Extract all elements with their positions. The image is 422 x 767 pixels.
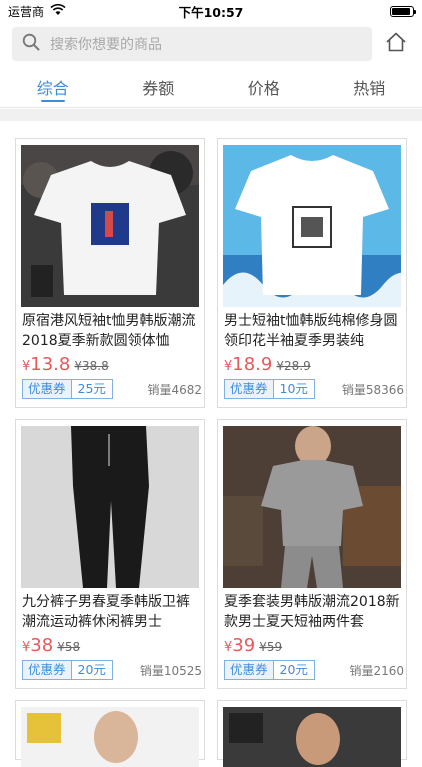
product-image — [223, 707, 401, 767]
status-bar: 运营商 下午10:57 — [0, 0, 422, 22]
product-title: 夏季套装男韩版潮流2018新款男士夏天短袖两件套 — [224, 592, 402, 632]
price-row: ¥13.8 ¥38.8 — [22, 354, 109, 375]
product-image — [21, 426, 199, 588]
coupon-value: 25元 — [72, 380, 112, 398]
status-left: 运营商 — [8, 3, 66, 20]
coupon-value: 20元 — [72, 661, 112, 679]
carrier-label: 运营商 — [8, 3, 44, 20]
sales-count: 销量2160 — [349, 662, 404, 679]
product-title: 原宿港风短袖t恤男韩版潮流2018夏季新款圆领体恤 — [22, 311, 200, 351]
product-card[interactable]: 夏季套装男韩版潮流2018新款男士夏天短袖两件套 ¥39 ¥59 优惠券 20元… — [217, 419, 407, 689]
battery-icon — [390, 6, 414, 17]
tab-comprehensive[interactable]: 综合 — [0, 66, 106, 107]
coupon-badge[interactable]: 优惠券 20元 — [22, 660, 113, 680]
price-row: ¥38 ¥58 — [22, 635, 80, 656]
tab-best-selling[interactable]: 热销 — [317, 66, 422, 107]
product-title: 男士短袖t恤韩版纯棉修身圆领印花半袖夏季男装纯 — [224, 311, 402, 351]
current-price: ¥18.9 — [224, 354, 272, 375]
product-title: 九分裤子男春夏季韩版卫裤潮流运动裤休闲裤男士 — [22, 592, 200, 632]
coupon-label: 优惠券 — [225, 661, 274, 679]
current-price: ¥39 — [224, 635, 255, 656]
sales-count: 销量10525 — [140, 662, 202, 679]
home-button[interactable] — [382, 30, 410, 58]
product-card[interactable]: 原宿港风短袖t恤男韩版潮流2018夏季新款圆领体恤 ¥13.8 ¥38.8 优惠… — [15, 138, 205, 408]
current-price: ¥38 — [22, 635, 53, 656]
tab-coupon-amount[interactable]: 券额 — [106, 66, 212, 107]
coupon-row: 优惠券 20元 销量10525 — [22, 660, 202, 680]
price-row: ¥39 ¥59 — [224, 635, 282, 656]
price-row: ¥18.9 ¥28.9 — [224, 354, 311, 375]
coupon-value: 20元 — [274, 661, 314, 679]
sort-tabs: 综合 券额 价格 热销 — [0, 66, 422, 108]
tab-label: 券额 — [142, 75, 174, 99]
original-price: ¥58 — [57, 640, 80, 654]
product-image — [223, 426, 401, 588]
coupon-label: 优惠券 — [23, 380, 72, 398]
section-divider — [0, 109, 422, 121]
product-card[interactable]: 男士短袖t恤韩版纯棉修身圆领印花半袖夏季男装纯 ¥18.9 ¥28.9 优惠券 … — [217, 138, 407, 408]
tab-price[interactable]: 价格 — [211, 66, 317, 107]
coupon-row: 优惠券 25元 销量4682 — [22, 379, 202, 399]
tab-label: 综合 — [37, 75, 69, 99]
coupon-label: 优惠券 — [225, 380, 274, 398]
search-input[interactable]: 搜索你想要的商品 — [12, 27, 372, 61]
current-price: ¥13.8 — [22, 354, 70, 375]
product-image — [223, 145, 401, 307]
home-icon — [385, 31, 407, 57]
original-price: ¥38.8 — [74, 359, 108, 373]
product-card[interactable]: 九分裤子男春夏季韩版卫裤潮流运动裤休闲裤男士 ¥38 ¥58 优惠券 20元 销… — [15, 419, 205, 689]
product-image — [21, 145, 199, 307]
active-tab-indicator — [41, 100, 65, 102]
search-row: 搜索你想要的商品 — [0, 26, 422, 62]
coupon-badge[interactable]: 优惠券 10元 — [224, 379, 315, 399]
product-card[interactable] — [217, 700, 407, 760]
product-card[interactable] — [15, 700, 205, 760]
search-icon — [22, 33, 40, 55]
coupon-value: 10元 — [274, 380, 314, 398]
coupon-row: 优惠券 20元 销量2160 — [224, 660, 404, 680]
coupon-badge[interactable]: 优惠券 20元 — [224, 660, 315, 680]
tab-label: 热销 — [353, 75, 385, 99]
coupon-badge[interactable]: 优惠券 25元 — [22, 379, 113, 399]
product-image — [21, 707, 199, 767]
coupon-label: 优惠券 — [23, 661, 72, 679]
search-placeholder: 搜索你想要的商品 — [50, 34, 162, 54]
wifi-icon — [50, 4, 66, 19]
original-price: ¥59 — [259, 640, 282, 654]
tab-label: 价格 — [248, 75, 280, 99]
original-price: ¥28.9 — [276, 359, 310, 373]
coupon-row: 优惠券 10元 销量58366 — [224, 379, 404, 399]
sales-count: 销量58366 — [342, 381, 404, 398]
sales-count: 销量4682 — [147, 381, 202, 398]
